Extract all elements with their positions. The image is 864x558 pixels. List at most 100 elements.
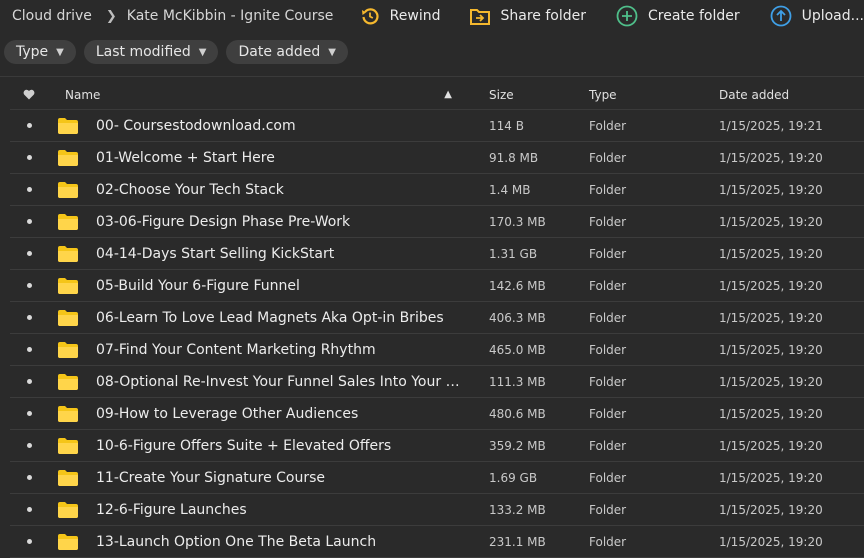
row-size: 231.1 MB	[489, 534, 546, 549]
date-added-filter-label: Date added	[238, 44, 321, 60]
chevron-down-icon: ▼	[198, 46, 207, 58]
row-name[interactable]: 08-Optional Re-Invest Your Funnel Sales …	[96, 374, 464, 390]
table-row[interactable]: 07-Find Your Content Marketing Rhythm 46…	[10, 334, 864, 366]
last-modified-filter[interactable]: Last modified ▼	[83, 40, 219, 64]
row-date-added: 1/15/2025, 19:21	[719, 118, 823, 133]
row-name-cell: 13-Launch Option One The Beta Launch	[40, 533, 464, 550]
row-date-added: 1/15/2025, 19:20	[719, 246, 823, 261]
row-bullet	[10, 315, 40, 320]
row-name-cell: 05-Build Your 6-Figure Funnel	[40, 277, 464, 294]
row-name[interactable]: 07-Find Your Content Marketing Rhythm	[96, 342, 376, 358]
row-size: 465.0 MB	[489, 342, 546, 357]
folder-icon	[58, 469, 78, 486]
row-size: 480.6 MB	[489, 406, 546, 421]
rewind-label: Rewind	[389, 8, 441, 24]
plus-circle-icon	[616, 5, 638, 27]
row-name[interactable]: 00- Coursestodownload.com	[96, 118, 296, 134]
share-folder-icon	[470, 9, 491, 25]
row-name[interactable]: 11-Create Your Signature Course	[96, 470, 325, 486]
table-row[interactable]: 09-How to Leverage Other Audiences 480.6…	[10, 398, 864, 430]
share-folder-button[interactable]: Share folder	[470, 7, 586, 25]
chevron-down-icon: ▼	[56, 46, 64, 58]
row-name-cell: 04-14-Days Start Selling KickStart	[40, 245, 464, 262]
row-name-cell: 06-Learn To Love Lead Magnets Aka Opt-in…	[40, 309, 464, 326]
row-size: 1.69 GB	[489, 470, 538, 485]
upload-button[interactable]: Upload...	[770, 5, 864, 27]
table-row[interactable]: 04-14-Days Start Selling KickStart 1.31 …	[10, 238, 864, 270]
row-bullet	[10, 379, 40, 384]
row-name[interactable]: 05-Build Your 6-Figure Funnel	[96, 278, 300, 294]
share-folder-label: Share folder	[500, 8, 586, 24]
table-row[interactable]: 01-Welcome + Start Here 91.8 MB Folder 1…	[10, 142, 864, 174]
table-row[interactable]: 10-6-Figure Offers Suite + Elevated Offe…	[10, 430, 864, 462]
table-row[interactable]: 12-6-Figure Launches 133.2 MB Folder 1/1…	[10, 494, 864, 526]
folder-icon	[58, 117, 78, 134]
favourite-column-header[interactable]	[10, 89, 40, 100]
row-bullet	[10, 251, 40, 256]
row-size: 406.3 MB	[489, 310, 546, 325]
folder-icon	[58, 245, 78, 262]
table-row[interactable]: 08-Optional Re-Invest Your Funnel Sales …	[10, 366, 864, 398]
table-row[interactable]: 03-06-Figure Design Phase Pre-Work 170.3…	[10, 206, 864, 238]
row-name[interactable]: 06-Learn To Love Lead Magnets Aka Opt-in…	[96, 310, 444, 326]
row-name-cell: 11-Create Your Signature Course	[40, 469, 464, 486]
divider	[0, 76, 864, 77]
bullet-icon	[26, 251, 32, 256]
row-type: Folder	[589, 470, 627, 485]
row-type: Folder	[589, 342, 627, 357]
row-date-added: 1/15/2025, 19:20	[719, 182, 823, 197]
row-bullet	[10, 443, 40, 448]
table-row[interactable]: 06-Learn To Love Lead Magnets Aka Opt-in…	[10, 302, 864, 334]
table-row[interactable]: 11-Create Your Signature Course 1.69 GB …	[10, 462, 864, 494]
table-row[interactable]: 02-Choose Your Tech Stack 1.4 MB Folder …	[10, 174, 864, 206]
row-name[interactable]: 02-Choose Your Tech Stack	[96, 182, 284, 198]
breadcrumb-current: Kate McKibbin - Ignite Course	[126, 8, 334, 24]
row-name[interactable]: 09-How to Leverage Other Audiences	[96, 406, 358, 422]
row-name-cell: 03-06-Figure Design Phase Pre-Work	[40, 213, 464, 230]
row-size: 142.6 MB	[489, 278, 546, 293]
table-row[interactable]: 05-Build Your 6-Figure Funnel 142.6 MB F…	[10, 270, 864, 302]
row-date-added: 1/15/2025, 19:20	[719, 310, 823, 325]
row-type: Folder	[589, 278, 627, 293]
type-filter[interactable]: Type ▼	[4, 40, 76, 64]
folder-icon	[58, 181, 78, 198]
create-folder-button[interactable]: Create folder	[616, 5, 740, 27]
heart-icon	[23, 89, 35, 100]
sort-up-icon: ▲	[444, 89, 452, 100]
name-column-header[interactable]: Name ▲	[40, 88, 464, 102]
table-row[interactable]: 00- Coursestodownload.com 114 B Folder 1…	[10, 110, 864, 142]
folder-icon	[58, 501, 78, 518]
row-name[interactable]: 01-Welcome + Start Here	[96, 150, 275, 166]
row-size: 111.3 MB	[489, 374, 546, 389]
date-added-filter[interactable]: Date added ▼	[226, 40, 348, 64]
row-name[interactable]: 10-6-Figure Offers Suite + Elevated Offe…	[96, 438, 391, 454]
table-row[interactable]: 13-Launch Option One The Beta Launch 231…	[10, 526, 864, 558]
rewind-icon	[361, 8, 379, 25]
row-bullet	[10, 507, 40, 512]
size-column-header[interactable]: Size	[464, 88, 564, 102]
folder-icon	[58, 373, 78, 390]
row-name[interactable]: 13-Launch Option One The Beta Launch	[96, 534, 376, 550]
bullet-icon	[26, 155, 32, 160]
bullet-icon	[26, 283, 32, 288]
date-added-column-header[interactable]: Date added	[694, 88, 864, 102]
bullet-icon	[26, 475, 32, 480]
rewind-button[interactable]: Rewind	[360, 6, 441, 26]
folder-icon	[58, 277, 78, 294]
breadcrumb-root[interactable]: Cloud drive	[12, 8, 92, 24]
row-bullet	[10, 411, 40, 416]
row-name[interactable]: 12-6-Figure Launches	[96, 502, 247, 518]
upload-label: Upload...	[801, 8, 864, 24]
row-bullet	[10, 155, 40, 160]
bullet-icon	[26, 219, 32, 224]
row-date-added: 1/15/2025, 19:20	[719, 534, 823, 549]
row-name[interactable]: 03-06-Figure Design Phase Pre-Work	[96, 214, 350, 230]
row-date-added: 1/15/2025, 19:20	[719, 438, 823, 453]
row-type: Folder	[589, 374, 627, 389]
folder-icon	[58, 213, 78, 230]
row-name[interactable]: 04-14-Days Start Selling KickStart	[96, 246, 334, 262]
breadcrumb: Cloud drive ❯ Kate McKibbin - Ignite Cou…	[0, 8, 333, 24]
row-date-added: 1/15/2025, 19:20	[719, 342, 823, 357]
type-column-header[interactable]: Type	[564, 88, 694, 102]
row-date-added: 1/15/2025, 19:20	[719, 150, 823, 165]
